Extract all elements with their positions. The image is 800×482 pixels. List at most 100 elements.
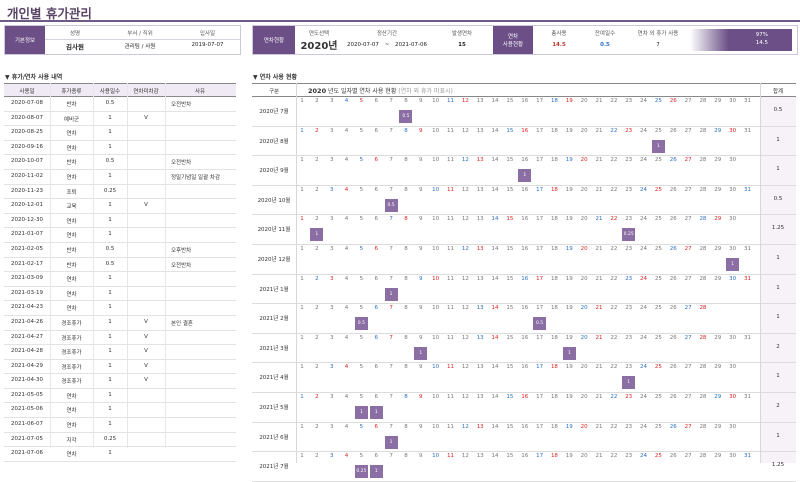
table-row[interactable]: 2021-03-09 연차 1 bbox=[4, 272, 236, 287]
join-value: 2019-07-07 bbox=[191, 42, 224, 48]
day-number: 13 bbox=[476, 305, 484, 312]
month-total: 1 bbox=[776, 166, 780, 173]
cell-days: 1 bbox=[108, 143, 112, 150]
table-row[interactable]: 2020-11-02 연차 1 정밀기념일 일괄 차감 bbox=[4, 170, 236, 185]
leave-mark[interactable]: 0.25 bbox=[622, 228, 636, 242]
table-row[interactable]: 2021-03-19 연차 1 bbox=[4, 287, 236, 302]
calendar-header: 구분 2020 년도 일자별 연차 사용 현황 (연차 외 휴가 미표시) 합계 bbox=[252, 84, 796, 97]
month-label: 2020년 10월 bbox=[257, 197, 291, 204]
table-row[interactable]: 2020-08-25 연차 1 bbox=[4, 126, 236, 141]
leave-mark[interactable]: 1 bbox=[651, 139, 665, 153]
table-row[interactable]: 2021-01-07 연차 1 bbox=[4, 228, 236, 243]
day-number: 20 bbox=[580, 216, 588, 223]
leave-mark[interactable]: 1 bbox=[310, 228, 324, 242]
day-number: 13 bbox=[476, 245, 484, 252]
leave-mark[interactable]: 1 bbox=[369, 405, 383, 419]
cell-type: 경조휴가 bbox=[61, 320, 82, 327]
day-number: 26 bbox=[669, 186, 677, 193]
day-number: 14 bbox=[491, 216, 499, 223]
day-number: 2 bbox=[315, 186, 319, 193]
table-row[interactable]: 2021-07-05 지각 0.25 bbox=[4, 433, 236, 448]
table-row[interactable]: 2021-05-05 연차 1 bbox=[4, 389, 236, 404]
day-number: 18 bbox=[550, 305, 558, 312]
leave-mark[interactable]: 1 bbox=[518, 169, 532, 183]
cell-no-deduct: V bbox=[144, 202, 148, 209]
table-row[interactable]: 2021-04-30 경조휴가 1 V bbox=[4, 374, 236, 389]
day-number: 2 bbox=[315, 393, 319, 400]
leave-mark[interactable]: 1 bbox=[726, 257, 740, 271]
day-number: 18 bbox=[550, 245, 558, 252]
table-row[interactable]: 2021-04-23 연차 1 bbox=[4, 301, 236, 316]
table-row[interactable]: 2020-12-30 연차 1 bbox=[4, 214, 236, 229]
table-row[interactable]: 2021-06-07 연차 1 bbox=[4, 418, 236, 433]
leave-mark[interactable]: 0.5 bbox=[384, 198, 398, 212]
day-number: 25 bbox=[654, 334, 662, 341]
table-row[interactable]: 2020-10-07 반차 0.5 오전반차 bbox=[4, 155, 236, 170]
day-number: 25 bbox=[654, 275, 662, 282]
leave-mark[interactable]: 1 bbox=[562, 346, 576, 360]
table-row[interactable]: 2020-07-08 반차 0.5 오전반차 bbox=[4, 97, 236, 112]
day-number: 24 bbox=[640, 98, 648, 104]
day-number: 21 bbox=[595, 186, 603, 193]
month-label: 2021년 2월 bbox=[259, 316, 289, 323]
name-value[interactable]: 김사원 bbox=[45, 41, 105, 51]
other-leave-value: 7 bbox=[656, 42, 660, 48]
join-cell: 입사일 2019-07-07 bbox=[175, 26, 240, 54]
day-number: 10 bbox=[432, 186, 440, 193]
year-value[interactable]: 2020년 bbox=[298, 37, 340, 52]
leave-mark[interactable]: 0.5 bbox=[399, 110, 413, 123]
leave-mark[interactable]: 0.25 bbox=[354, 465, 368, 479]
leave-mark[interactable]: 1 bbox=[384, 287, 398, 301]
table-row[interactable]: 2021-07-06 연차 1 bbox=[4, 447, 236, 462]
day-number: 14 bbox=[491, 98, 499, 104]
remain-value: 0.5 bbox=[600, 42, 610, 48]
day-number: 8 bbox=[404, 393, 408, 400]
table-row[interactable]: 2021-04-26 경조휴가 1 V 본인 결혼 bbox=[4, 316, 236, 331]
day-number: 22 bbox=[610, 453, 618, 460]
day-number: 14 bbox=[491, 393, 499, 400]
table-row[interactable]: 2021-04-28 경조휴가 1 V bbox=[4, 345, 236, 360]
calendar-month-row: 2021년 4월 1 2 3 4 5 6 7 8 9 10 11 12 13 14 15 16 17 18 19 20 2… bbox=[252, 363, 796, 393]
cell-days: 0.5 bbox=[105, 158, 115, 165]
table-row[interactable]: 2021-04-27 경조휴가 1 V bbox=[4, 331, 236, 346]
table-row[interactable]: 2021-05-06 연차 1 bbox=[4, 403, 236, 419]
leave-mark[interactable]: 0.5 bbox=[354, 317, 368, 331]
leave-mark[interactable]: 1 bbox=[369, 465, 383, 479]
leave-mark[interactable]: 1 bbox=[354, 405, 368, 419]
day-number: 13 bbox=[476, 423, 484, 430]
day-number: 5 bbox=[359, 98, 364, 104]
day-number: 27 bbox=[684, 245, 692, 252]
table-row[interactable]: 2020-12-01 교육 1 V bbox=[4, 199, 236, 214]
table-row[interactable]: 2021-02-05 반차 0.5 오후반차 bbox=[4, 243, 236, 258]
day-number: 23 bbox=[625, 334, 633, 341]
day-number: 25 bbox=[654, 98, 662, 104]
leave-mark[interactable]: 1 bbox=[622, 376, 636, 390]
day-number: 28 bbox=[699, 334, 707, 341]
day-number: 12 bbox=[461, 364, 469, 371]
year-selector[interactable]: 연도선택 2020년 bbox=[298, 26, 340, 54]
day-number: 10 bbox=[432, 393, 440, 400]
table-row[interactable]: 2021-04-29 경조휴가 1 V bbox=[4, 360, 236, 375]
day-number: 17 bbox=[536, 157, 544, 164]
day-number: 26 bbox=[669, 275, 677, 282]
day-number: 12 bbox=[461, 98, 469, 104]
day-number: 3 bbox=[329, 157, 334, 164]
table-row[interactable]: 2020-09-16 연차 1 bbox=[4, 141, 236, 156]
table-row[interactable]: 2021-02-17 반차 0.5 오전반차 bbox=[4, 258, 236, 273]
leave-mark[interactable]: 1 bbox=[414, 346, 428, 360]
cell-date: 2020-11-02 bbox=[11, 172, 43, 179]
day-number: 27 bbox=[684, 423, 692, 430]
table-row[interactable]: 2020-11-23 조퇴 0.25 bbox=[4, 185, 236, 200]
table-row[interactable]: 2020-08-07 예비군 1 V bbox=[4, 112, 236, 127]
leave-mark[interactable]: 0.5 bbox=[533, 317, 547, 331]
period-label: 정산기간 bbox=[376, 31, 398, 37]
day-number: 26 bbox=[669, 157, 677, 164]
day-number: 5 bbox=[359, 216, 364, 223]
day-number: 5 bbox=[359, 186, 364, 193]
cell-date: 2021-02-05 bbox=[11, 245, 43, 252]
day-number: 28 bbox=[699, 98, 707, 104]
day-number: 9 bbox=[419, 393, 423, 400]
leave-mark[interactable]: 1 bbox=[384, 435, 398, 449]
day-number: 7 bbox=[389, 453, 393, 460]
cell-type: 연차 bbox=[66, 233, 77, 240]
